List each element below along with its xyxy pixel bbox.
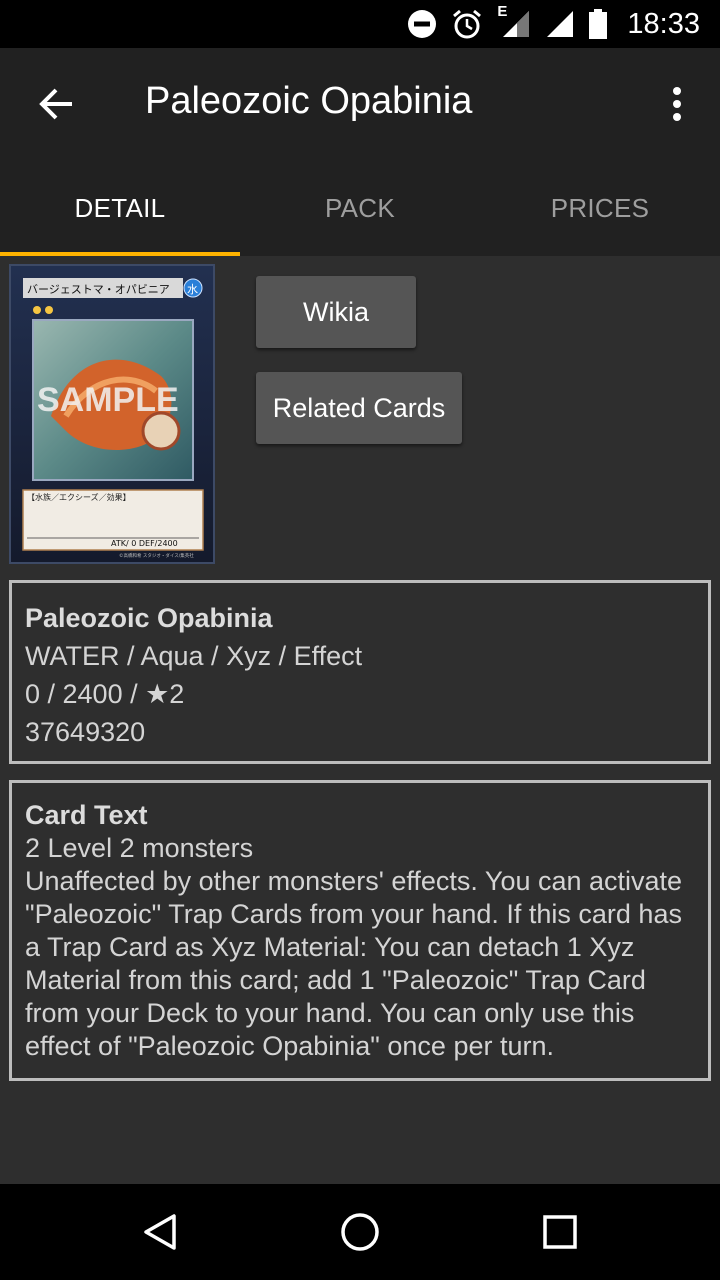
- back-triangle-icon: [144, 1214, 176, 1250]
- system-nav-bar: [0, 1184, 720, 1280]
- alarm-icon: [453, 9, 482, 39]
- battery-icon: [589, 9, 608, 39]
- home-circle-icon: [341, 1213, 379, 1251]
- signal-e-icon: E: [497, 3, 531, 39]
- card-text-box: Card Text 2 Level 2 monsters Unaffected …: [9, 780, 711, 1081]
- card-stats-line: 0 / 2400 / ★2: [25, 679, 185, 709]
- app-toolbar: Paleozoic Opabinia: [0, 48, 720, 160]
- status-icons: E 18:33: [407, 0, 700, 48]
- card-jp-name: バージェストマ・オパビニア: [27, 283, 170, 296]
- card-type: WATER / Aqua / Xyz / Effect: [25, 641, 363, 671]
- tab-bar: DETAIL PACK PRICES: [0, 160, 720, 256]
- related-cards-button[interactable]: Related Cards: [256, 372, 462, 444]
- card-id: 37649320: [25, 717, 146, 747]
- card-attribute: 水: [187, 283, 198, 296]
- card-image[interactable]: バージェストマ・オパビニア 水 SAMPLE 【水族／エクシーズ／効果】 ATK…: [9, 264, 215, 564]
- card-watermark: SAMPLE: [37, 381, 179, 419]
- nav-back-button[interactable]: [120, 1202, 200, 1262]
- card-info-box: Paleozoic Opabinia WATER / Aqua / Xyz / …: [9, 580, 711, 764]
- status-bar: E 18:33: [0, 0, 720, 48]
- card-stats: ATK/ 0 DEF/2400: [111, 539, 178, 548]
- overflow-menu-button[interactable]: [652, 74, 702, 134]
- card-text-heading: Card Text: [25, 800, 148, 830]
- card-materials: 2 Level 2 monsters: [25, 833, 254, 863]
- card-effect: Unaffected by other monsters' effects. Y…: [25, 866, 683, 1061]
- status-time: 18:33: [627, 7, 700, 40]
- arrow-back-icon: [39, 88, 72, 120]
- card-name: Paleozoic Opabinia: [25, 603, 273, 633]
- nav-recents-button[interactable]: [520, 1202, 600, 1262]
- tab-pack[interactable]: PACK: [240, 160, 480, 256]
- nav-home-button[interactable]: [320, 1202, 400, 1262]
- page-title: Paleozoic Opabinia: [145, 80, 473, 122]
- back-button[interactable]: [26, 74, 86, 134]
- recents-square-icon: [543, 1215, 577, 1249]
- card-type-line: 【水族／エクシーズ／効果】: [27, 492, 131, 502]
- tab-prices[interactable]: PRICES: [480, 160, 720, 256]
- wikia-button[interactable]: Wikia: [256, 276, 416, 348]
- do-not-disturb-icon: [408, 10, 437, 38]
- card-artwork: バージェストマ・オパビニア 水 SAMPLE 【水族／エクシーズ／効果】 ATK…: [11, 266, 213, 562]
- card-copyright: ©高橋和希 スタジオ・ダイス/集英社: [119, 552, 194, 559]
- signal-icon: [547, 11, 574, 37]
- tab-detail[interactable]: DETAIL: [0, 160, 240, 256]
- more-vert-icon: [673, 87, 681, 121]
